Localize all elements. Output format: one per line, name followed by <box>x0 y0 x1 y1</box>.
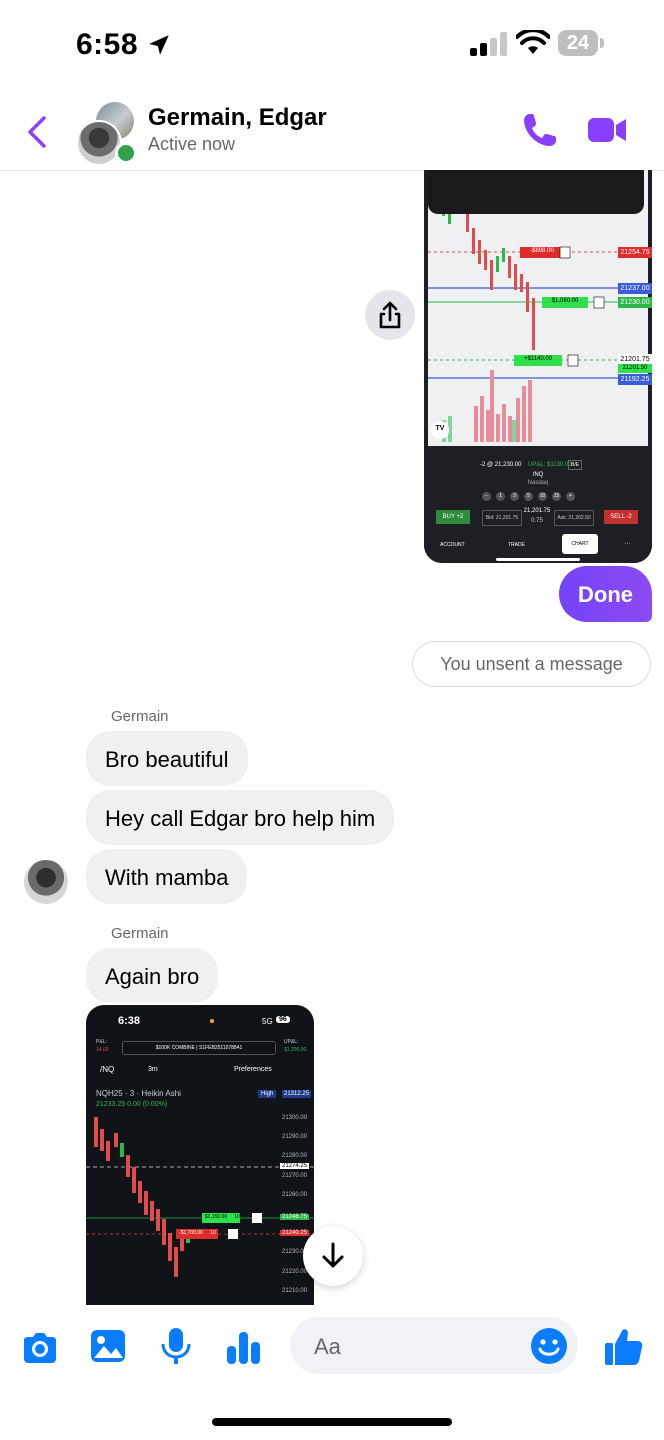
last-price: 21,201.75 <box>523 508 551 514</box>
incoming-message[interactable]: Hey call Edgar bro help him <box>86 790 395 845</box>
axis-price: 21210.00 <box>282 1288 308 1294</box>
axis-price-order: 21248.75 <box>280 1214 310 1220</box>
incoming-message[interactable]: Bro beautiful <box>86 731 248 786</box>
unsent-message-notice: You unsent a message <box>412 641 651 687</box>
symbol-text: /NQ <box>532 472 544 478</box>
qty-option: 10 <box>538 492 547 501</box>
embedded-chart-header <box>428 170 644 214</box>
wifi-icon <box>516 30 550 54</box>
qty-option: 15 <box>552 492 561 501</box>
thumbs-up-icon[interactable] <box>602 1325 644 1367</box>
sell-button: SELL -2 <box>604 510 638 524</box>
audio-bars-icon[interactable] <box>224 1328 264 1368</box>
home-indicator <box>212 1418 452 1426</box>
emoji-icon[interactable] <box>530 1327 568 1365</box>
nav-trade: TRADE <box>508 542 525 548</box>
order-tag-2: -$1,700.00 <box>179 1230 203 1236</box>
conversation-title[interactable]: Germain, Edgar <box>148 104 327 132</box>
bid-box: Bid: 21,201.75 <box>482 510 522 526</box>
online-indicator <box>115 142 137 164</box>
price-tag-5: 21201.50 <box>618 364 652 373</box>
nav-chart: CHART <box>562 534 598 554</box>
battery-icon: 24 <box>558 30 606 58</box>
video-camera-icon[interactable] <box>586 112 628 148</box>
incoming-message[interactable]: With mamba <box>86 849 248 904</box>
nav-more: ··· <box>624 540 631 547</box>
scroll-to-bottom-button[interactable] <box>303 1226 363 1286</box>
axis-price: 21280.00 <box>282 1153 308 1159</box>
photo-icon[interactable] <box>88 1326 128 1366</box>
axis-price: 21260.00 <box>282 1192 308 1198</box>
qty-option: 5 <box>524 492 533 501</box>
sent-screenshot-trading-chart[interactable]: -$898.00 $1,060.00 +$1140.00 TV 21254.75… <box>424 170 652 563</box>
axis-price: 21300.00 <box>282 1115 308 1121</box>
order-qty-2: 10 <box>210 1230 216 1236</box>
message-input[interactable] <box>312 1317 526 1376</box>
share-button[interactable] <box>365 290 415 340</box>
qty-option: 3 <box>510 492 519 501</box>
camera-icon[interactable] <box>20 1328 60 1368</box>
price-tag-6: 21192.25 <box>618 374 652 385</box>
qty-option: + <box>566 492 575 501</box>
tv-logo: TV <box>435 425 445 432</box>
phone-icon[interactable] <box>520 110 560 150</box>
active-status: Active now <box>148 134 236 154</box>
trade-panel: -2 @ 21,230.00 UP&L: $1130.00 B/E /NQ Na… <box>424 448 652 563</box>
order-label-2: $1,060.00 <box>551 298 579 304</box>
price-change: 0.75 <box>531 518 543 524</box>
quantity-selector: − 1 3 5 10 15 + <box>482 492 575 501</box>
sender-name: Germain <box>111 925 169 942</box>
back-chevron-icon[interactable] <box>22 112 52 152</box>
upl-text: UP&L: $1130.00 <box>528 462 572 468</box>
order-label-1: -$898.00 <box>530 248 554 254</box>
nav-account: ACCOUNT <box>440 542 465 548</box>
microphone-icon[interactable] <box>156 1326 196 1366</box>
order-label-3: +$1140.00 <box>523 356 553 362</box>
status-time: 6:58 <box>76 28 139 61</box>
share-icon <box>379 301 401 329</box>
qty-option: − <box>482 492 491 501</box>
exchange-text: Nasdaq <box>527 480 549 486</box>
arrow-down-icon <box>322 1242 344 1268</box>
axis-price: 21270.00 <box>282 1173 308 1179</box>
qty-option: 1 <box>496 492 505 501</box>
position-text: -2 @ 21,230.00 <box>480 462 522 468</box>
price-tag-3: 21230.00 <box>618 297 652 308</box>
axis-price-current: 21274.25 <box>280 1163 310 1169</box>
signal-icon <box>470 32 507 56</box>
outgoing-message[interactable]: Done <box>559 566 652 622</box>
sender-avatar[interactable] <box>24 860 68 904</box>
received-screenshot-trading-chart[interactable]: 6:38 5G 96 P&L: 14.00 $100K COMBINE | S1… <box>86 1005 314 1305</box>
order-qty-1: 10 <box>234 1214 240 1220</box>
group-avatar-primary[interactable] <box>76 120 122 166</box>
price-tag-2: 21237.00 <box>618 283 652 294</box>
be-button: B/E <box>568 460 583 470</box>
incoming-message[interactable]: Again bro <box>86 948 219 1003</box>
embedded-home-indicator <box>496 558 580 561</box>
buy-button: BUY +2 <box>436 510 470 524</box>
location-arrow-icon <box>149 35 169 55</box>
axis-price: 21290.00 <box>282 1134 308 1140</box>
battery-level: 24 <box>566 32 590 54</box>
order-tag-1: $1,150.00 <box>204 1214 228 1220</box>
sender-name: Germain <box>111 708 169 725</box>
candlestick-chart <box>86 1117 314 1277</box>
price-tag-1: 21254.75 <box>618 247 652 258</box>
ask-box: Ask: 21,202.50 <box>554 510 594 526</box>
